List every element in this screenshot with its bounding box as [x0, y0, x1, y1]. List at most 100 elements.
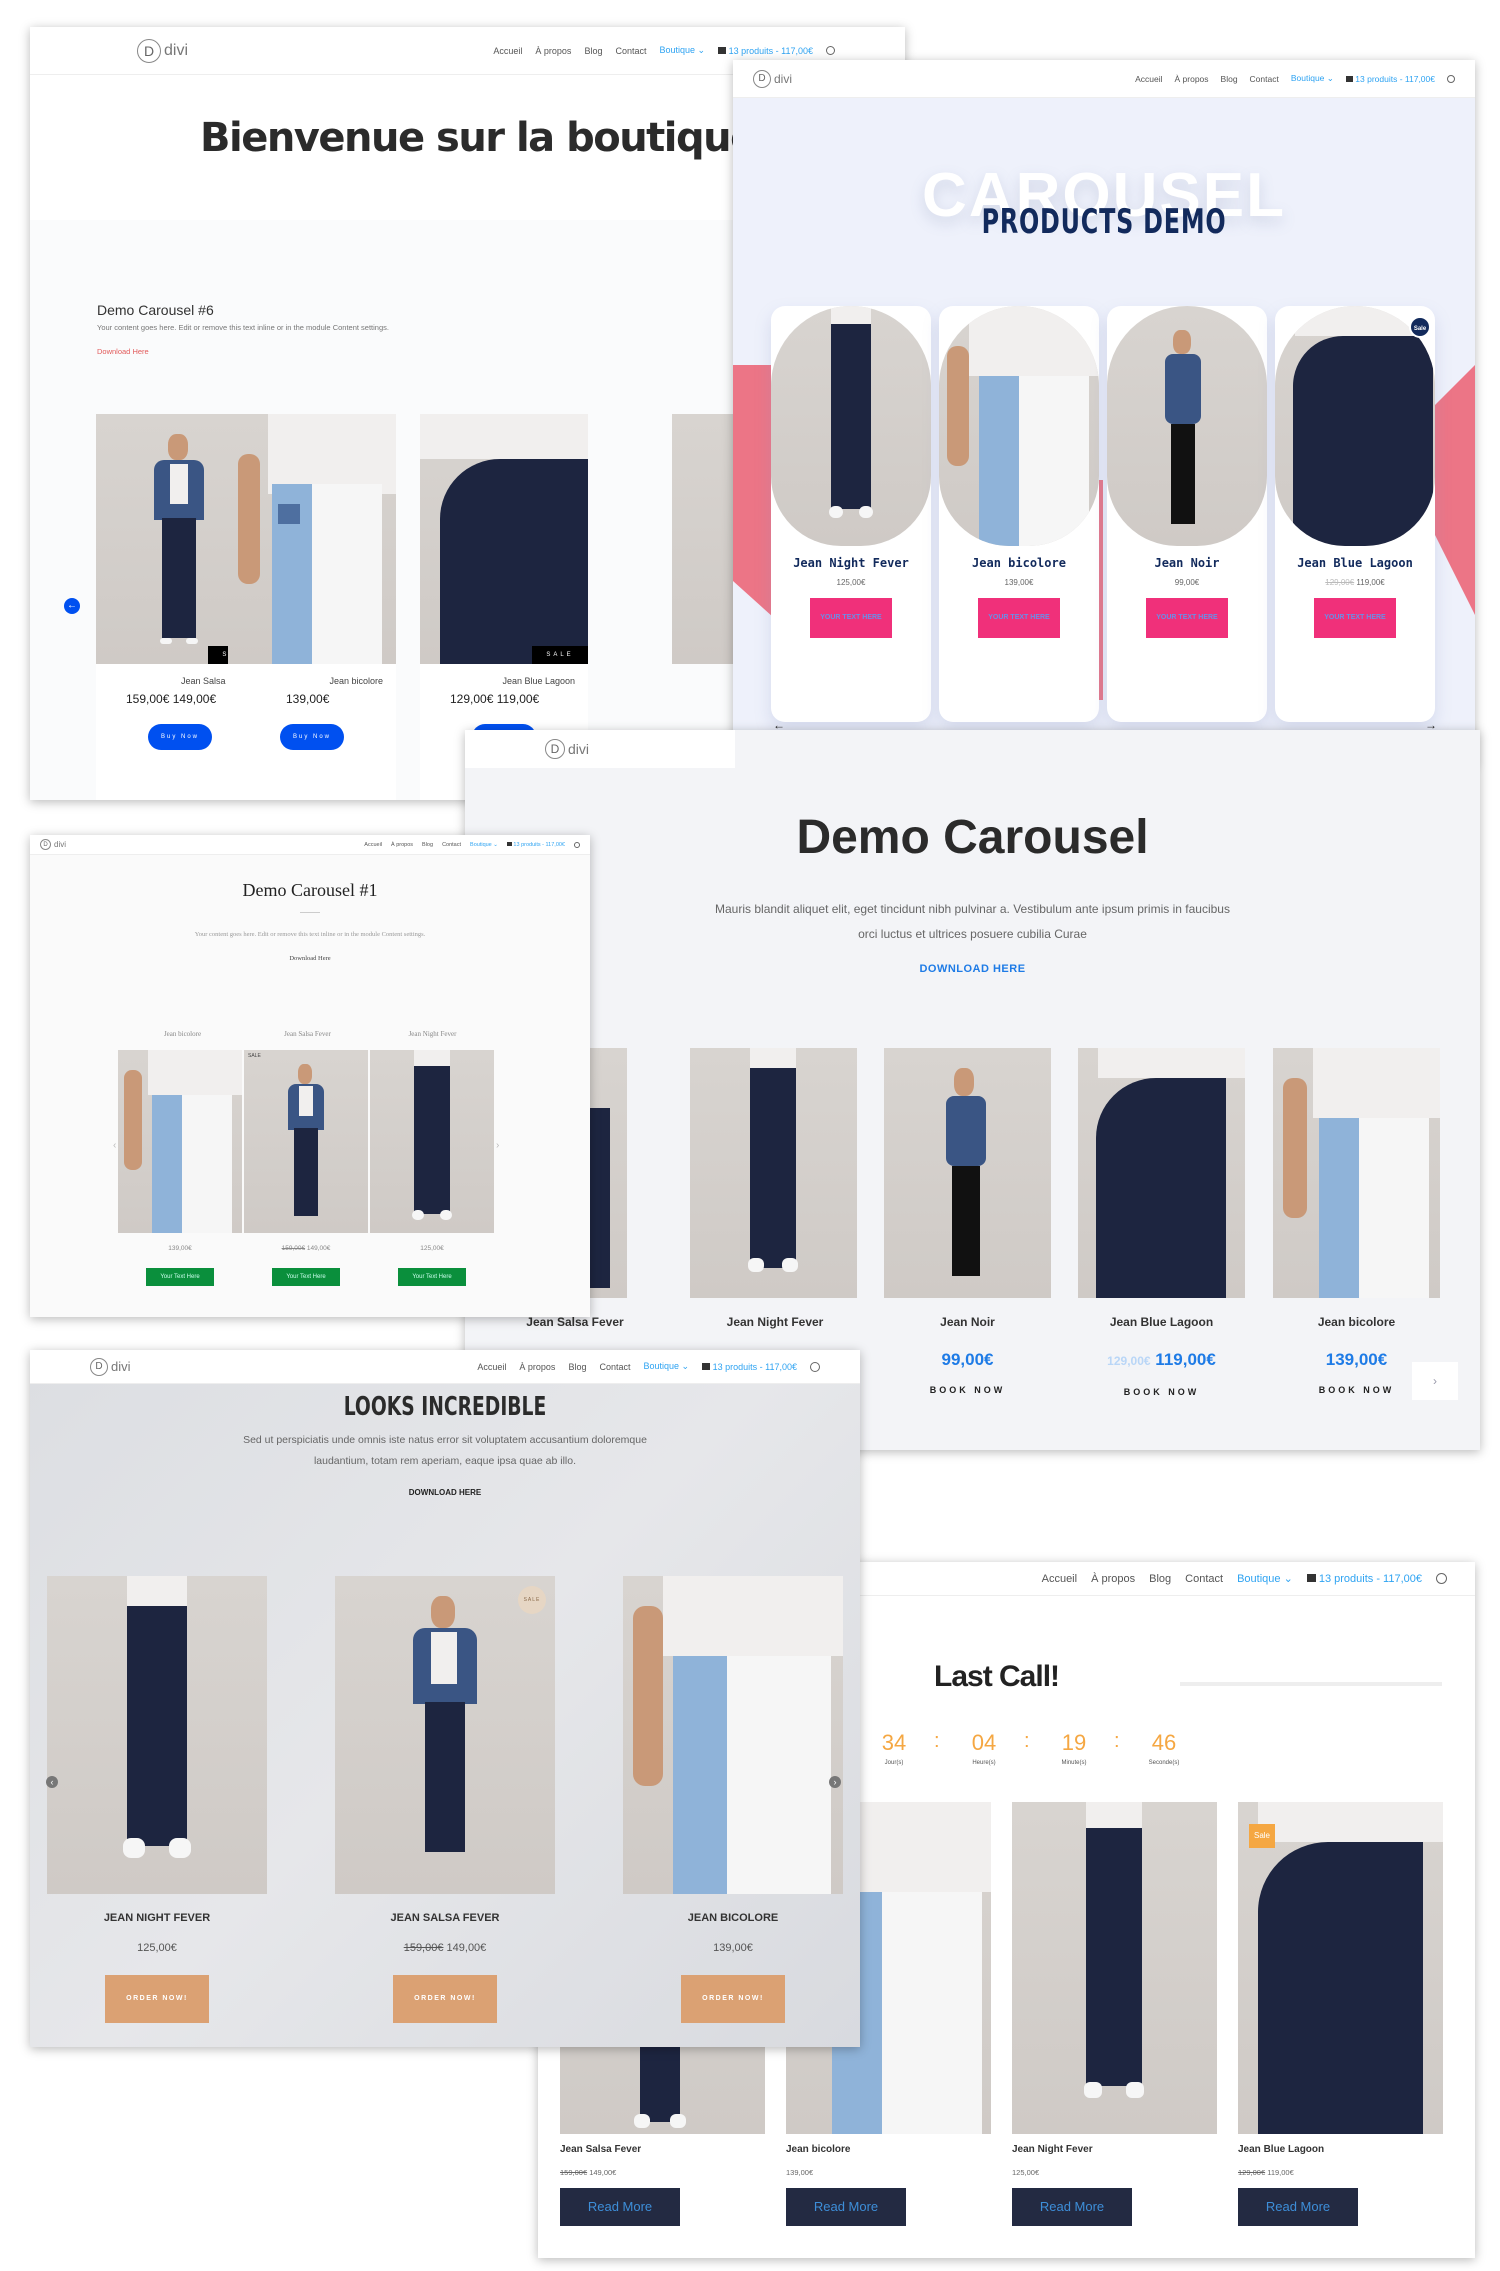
- product-image[interactable]: [47, 1576, 267, 1894]
- search-icon[interactable]: [826, 46, 835, 55]
- product-name[interactable]: Jean Night Fever: [771, 556, 931, 570]
- download-link[interactable]: Download Here: [30, 955, 590, 962]
- cta-button[interactable]: Your Text Here: [272, 1268, 340, 1286]
- product-name[interactable]: Jean bicolore: [1273, 1315, 1440, 1329]
- product-image[interactable]: [771, 306, 931, 546]
- cart-link[interactable]: 13 produits - 117,00€: [1306, 1573, 1422, 1585]
- menu-item-boutique[interactable]: Boutique ⌄: [1291, 73, 1334, 84]
- cta-button[interactable]: YOUR TEXT HERE: [810, 598, 892, 638]
- product-name[interactable]: Jean Blue Lagoon: [1275, 556, 1435, 570]
- product-name[interactable]: Jean Noir: [1107, 556, 1267, 570]
- product-image[interactable]: [244, 1050, 368, 1233]
- product-image[interactable]: [939, 306, 1099, 546]
- product-name[interactable]: Jean Salsa Fever: [245, 1030, 370, 1038]
- product-image[interactable]: [1107, 306, 1267, 546]
- carousel-prev-arrow[interactable]: ‹: [113, 1140, 116, 1151]
- menu-item-contact[interactable]: Contact: [615, 46, 646, 56]
- product-name[interactable]: Jean Blue Lagoon: [1078, 1315, 1245, 1329]
- product-image[interactable]: [1273, 1048, 1440, 1298]
- read-more-button[interactable]: Read More: [786, 2188, 906, 2226]
- search-icon[interactable]: [1436, 1573, 1447, 1584]
- carousel-prev-button[interactable]: ‹: [46, 1776, 58, 1788]
- product-name[interactable]: Jean Blue Lagoon: [420, 676, 575, 686]
- search-icon[interactable]: [810, 1361, 820, 1372]
- menu-item-accueil[interactable]: Accueil: [364, 842, 382, 848]
- order-now-button[interactable]: ORDER NOW!: [105, 1975, 209, 2023]
- cart-link[interactable]: 13 produits - 117,00€: [1345, 74, 1435, 84]
- read-more-button[interactable]: Read More: [560, 2188, 680, 2226]
- product-name[interactable]: JEAN NIGHT FEVER: [47, 1912, 267, 1924]
- product-image[interactable]: [1012, 1802, 1217, 2134]
- search-icon[interactable]: [574, 841, 580, 848]
- carousel-next-button[interactable]: ›: [829, 1776, 841, 1788]
- product-name[interactable]: JEAN SALSA FEVER: [335, 1912, 555, 1924]
- menu-item-accueil[interactable]: Accueil: [1042, 1573, 1077, 1585]
- download-link[interactable]: DOWNLOAD HERE: [465, 963, 1480, 975]
- menu-item-a-propos[interactable]: À propos: [1175, 74, 1209, 84]
- download-link[interactable]: DOWNLOAD HERE: [30, 1488, 860, 1497]
- menu-item-a-propos[interactable]: À propos: [1091, 1573, 1135, 1585]
- product-name[interactable]: Jean bicolore: [786, 2144, 850, 2155]
- menu-item-accueil[interactable]: Accueil: [477, 1362, 506, 1372]
- logo[interactable]: D divi: [137, 38, 188, 63]
- product-image[interactable]: [370, 1050, 494, 1233]
- product-name[interactable]: Jean Blue Lagoon: [1238, 2144, 1324, 2155]
- cta-button[interactable]: YOUR TEXT HERE: [1314, 598, 1396, 638]
- read-more-button[interactable]: Read More: [1238, 2188, 1358, 2226]
- order-now-button[interactable]: ORDER NOW!: [681, 1975, 785, 2023]
- product-image[interactable]: [623, 1576, 843, 1894]
- cta-button[interactable]: YOUR TEXT HERE: [978, 598, 1060, 638]
- buy-now-button[interactable]: Buy Now: [280, 724, 344, 750]
- cta-button[interactable]: Your Text Here: [146, 1268, 214, 1286]
- menu-item-blog[interactable]: Blog: [1149, 1573, 1171, 1585]
- carousel-next-button[interactable]: ›: [1412, 1362, 1458, 1400]
- book-now-button[interactable]: BOOK NOW: [1078, 1387, 1245, 1397]
- product-image[interactable]: [1238, 1802, 1443, 2134]
- menu-item-a-propos[interactable]: À propos: [535, 46, 571, 56]
- menu-item-a-propos[interactable]: À propos: [519, 1362, 555, 1372]
- product-image[interactable]: [1078, 1048, 1245, 1298]
- logo[interactable]: D divi: [90, 1357, 131, 1376]
- menu-item-blog[interactable]: Blog: [568, 1362, 586, 1372]
- product-name[interactable]: Jean Salsa Fever: [560, 2144, 641, 2155]
- carousel-prev-button[interactable]: ←: [64, 598, 80, 614]
- read-more-button[interactable]: Read More: [1012, 2188, 1132, 2226]
- product-name[interactable]: JEAN BICOLORE: [623, 1912, 843, 1924]
- menu-item-a-propos[interactable]: À propos: [391, 842, 413, 848]
- product-image[interactable]: [690, 1048, 857, 1298]
- menu-item-boutique[interactable]: Boutique ⌄: [643, 1361, 689, 1372]
- cta-button[interactable]: YOUR TEXT HERE: [1146, 598, 1228, 638]
- product-name[interactable]: Jean Noir: [884, 1315, 1051, 1329]
- product-name[interactable]: Jean Night Fever: [1012, 2144, 1093, 2155]
- product-name[interactable]: Jean Salsa Fever: [505, 1315, 645, 1329]
- cta-button[interactable]: Your Text Here: [398, 1268, 466, 1286]
- order-now-button[interactable]: ORDER NOW!: [393, 1975, 497, 2023]
- product-image[interactable]: [228, 414, 396, 664]
- menu-item-accueil[interactable]: Accueil: [493, 46, 522, 56]
- product-image[interactable]: [1275, 306, 1435, 546]
- menu-item-accueil[interactable]: Accueil: [1135, 74, 1162, 84]
- menu-item-boutique[interactable]: Boutique ⌄: [470, 842, 498, 848]
- product-name[interactable]: Jean bicolore: [120, 1030, 245, 1038]
- logo[interactable]: D divi: [40, 839, 66, 850]
- menu-item-blog[interactable]: Blog: [1221, 74, 1238, 84]
- menu-item-contact[interactable]: Contact: [1185, 1573, 1223, 1585]
- cart-link[interactable]: 13 produits - 117,00€: [506, 841, 565, 848]
- logo[interactable]: D divi: [545, 739, 589, 759]
- product-image[interactable]: [420, 414, 588, 664]
- menu-item-blog[interactable]: Blog: [584, 46, 602, 56]
- product-name[interactable]: Jean bicolore: [939, 556, 1099, 570]
- menu-item-blog[interactable]: Blog: [422, 842, 433, 848]
- product-image[interactable]: [335, 1576, 555, 1894]
- menu-item-contact[interactable]: Contact: [442, 842, 461, 848]
- product-image[interactable]: [118, 1050, 242, 1233]
- product-name[interactable]: Jean Night Fever: [700, 1315, 850, 1329]
- menu-item-contact[interactable]: Contact: [599, 1362, 630, 1372]
- download-link[interactable]: Download Here: [97, 347, 149, 356]
- menu-item-contact[interactable]: Contact: [1250, 74, 1279, 84]
- product-name[interactable]: Jean Night Fever: [370, 1030, 495, 1038]
- menu-item-boutique[interactable]: Boutique ⌄: [1237, 1572, 1293, 1585]
- buy-now-button[interactable]: Buy Now: [148, 724, 212, 750]
- cart-link[interactable]: 13 produits - 117,00€: [702, 1362, 797, 1372]
- cart-link[interactable]: 13 produits - 117,00€: [718, 46, 813, 56]
